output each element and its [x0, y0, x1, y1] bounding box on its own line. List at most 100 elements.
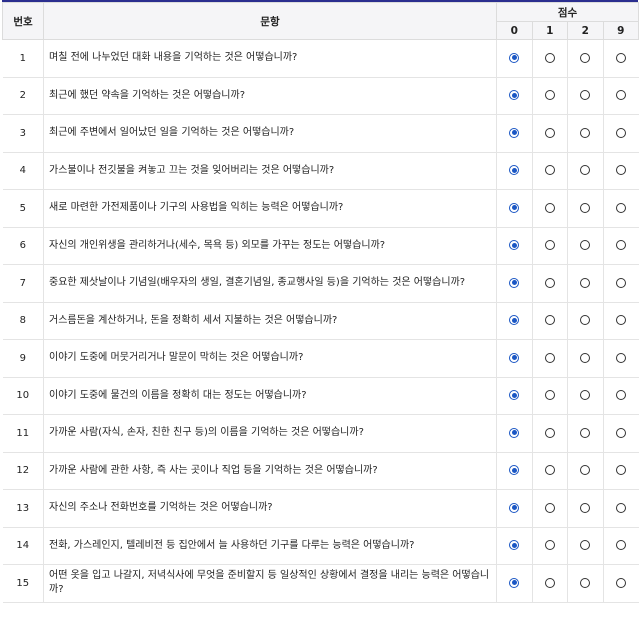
- score-cell: [531, 339, 568, 378]
- score-cell: [531, 114, 568, 153]
- score-radio-2[interactable]: [580, 165, 591, 176]
- score-cell: [531, 77, 568, 115]
- score-radio-0[interactable]: [509, 202, 520, 213]
- score-radio-2[interactable]: [580, 390, 591, 401]
- header-score-option: 1: [531, 21, 568, 40]
- score-radio-9[interactable]: [616, 352, 626, 363]
- score-radio-0[interactable]: [509, 465, 520, 476]
- score-radio-2[interactable]: [580, 502, 591, 513]
- table-row: 12 가까운 사람에 관한 사항, 즉 사는 곳이나 직업 등을 기억하는 것은 …: [2, 452, 639, 490]
- score-radio-2[interactable]: [580, 427, 591, 438]
- score-cell: [496, 452, 532, 490]
- score-radio-9[interactable]: [616, 465, 626, 476]
- score-radio-9[interactable]: [616, 577, 626, 588]
- table-row: 13 자신의 주소나 전화번호를 기억하는 것은 어떻습니까?: [2, 489, 639, 528]
- question-text: 최근에 주변에서 일어났던 일을 기억하는 것은 어떻습니까?: [43, 114, 497, 153]
- score-radio-0[interactable]: [509, 577, 520, 588]
- score-radio-0[interactable]: [509, 502, 520, 513]
- score-radio-9[interactable]: [616, 502, 626, 513]
- question-number: 12: [2, 452, 44, 490]
- score-radio-2[interactable]: [580, 90, 591, 101]
- score-radio-9[interactable]: [616, 52, 626, 63]
- score-radio-9[interactable]: [616, 540, 626, 551]
- score-cell: [567, 152, 603, 190]
- score-cell: [531, 452, 568, 490]
- question-text: 며칠 전에 나누었던 대화 내용을 기억하는 것은 어떻습니까?: [43, 39, 497, 78]
- table-row: 2 최근에 했던 약속을 기억하는 것은 어떻습니까?: [2, 77, 639, 115]
- score-radio-2[interactable]: [580, 315, 591, 326]
- score-cell: [567, 564, 603, 603]
- score-cell: [531, 152, 568, 190]
- score-cell: [602, 302, 639, 340]
- score-radio-0[interactable]: [509, 277, 520, 288]
- score-radio-1[interactable]: [544, 240, 555, 251]
- score-radio-1[interactable]: [544, 390, 555, 401]
- question-number: 6: [2, 227, 44, 265]
- score-radio-1[interactable]: [544, 427, 555, 438]
- score-radio-9[interactable]: [616, 277, 626, 288]
- score-cell: [496, 302, 532, 340]
- score-cell: [496, 377, 532, 415]
- score-cell: [567, 377, 603, 415]
- score-radio-1[interactable]: [544, 502, 555, 513]
- question-text: 이야기 도중에 물건의 이름을 정확히 대는 정도는 어떻습니까?: [43, 377, 497, 415]
- question-text: 중요한 제삿날이나 기념일(배우자의 생일, 결혼기념일, 종교행사일 등)을 …: [43, 264, 497, 303]
- score-radio-2[interactable]: [580, 240, 591, 251]
- score-radio-1[interactable]: [544, 577, 555, 588]
- score-radio-2[interactable]: [580, 202, 591, 213]
- score-radio-2[interactable]: [580, 277, 591, 288]
- score-radio-2[interactable]: [580, 465, 591, 476]
- score-radio-0[interactable]: [509, 90, 520, 101]
- score-radio-9[interactable]: [616, 390, 626, 401]
- table-row: 1 며칠 전에 나누었던 대화 내용을 기억하는 것은 어떻습니까?: [2, 39, 639, 78]
- score-radio-2[interactable]: [580, 127, 591, 138]
- score-radio-9[interactable]: [616, 240, 626, 251]
- score-radio-9[interactable]: [616, 90, 626, 101]
- score-cell: [496, 564, 532, 603]
- score-radio-1[interactable]: [544, 165, 555, 176]
- score-radio-9[interactable]: [616, 202, 626, 213]
- score-radio-9[interactable]: [616, 427, 626, 438]
- score-radio-0[interactable]: [509, 315, 520, 326]
- question-number: 4: [2, 152, 44, 190]
- score-radio-0[interactable]: [509, 352, 520, 363]
- score-radio-9[interactable]: [616, 315, 626, 326]
- score-cell: [602, 114, 639, 153]
- score-radio-0[interactable]: [509, 240, 520, 251]
- score-radio-0[interactable]: [509, 127, 520, 138]
- score-radio-1[interactable]: [544, 202, 555, 213]
- score-radio-0[interactable]: [509, 165, 520, 176]
- score-cell: [531, 377, 568, 415]
- score-cell: [602, 227, 639, 265]
- question-text: 가까운 사람에 관한 사항, 즉 사는 곳이나 직업 등을 기억하는 것은 어떻…: [43, 452, 497, 490]
- score-radio-0[interactable]: [509, 427, 520, 438]
- score-cell: [567, 339, 603, 378]
- score-cell: [602, 489, 639, 528]
- score-radio-1[interactable]: [544, 540, 555, 551]
- table-row: 15 어떤 옷을 입고 나갈지, 저녁식사에 무엇을 준비할지 등 일상적인 상황…: [2, 564, 639, 603]
- score-radio-1[interactable]: [544, 90, 555, 101]
- score-cell: [567, 452, 603, 490]
- score-radio-1[interactable]: [544, 465, 555, 476]
- score-radio-1[interactable]: [544, 127, 555, 138]
- score-radio-1[interactable]: [544, 277, 555, 288]
- score-radio-2[interactable]: [580, 540, 591, 551]
- score-radio-0[interactable]: [509, 540, 520, 551]
- score-radio-0[interactable]: [509, 390, 520, 401]
- score-cell: [602, 77, 639, 115]
- score-radio-1[interactable]: [544, 315, 555, 326]
- score-radio-2[interactable]: [580, 577, 591, 588]
- score-radio-0[interactable]: [509, 52, 520, 63]
- score-cell: [531, 264, 568, 303]
- score-radio-1[interactable]: [544, 352, 555, 363]
- question-number: 5: [2, 189, 44, 228]
- header-score: 점수: [495, 2, 640, 22]
- score-cell: [496, 152, 532, 190]
- score-radio-1[interactable]: [544, 52, 555, 63]
- question-text: 최근에 했던 약속을 기억하는 것은 어떻습니까?: [43, 77, 497, 115]
- score-radio-9[interactable]: [616, 127, 626, 138]
- question-text: 전화, 가스레인지, 텔레비전 등 집안에서 늘 사용하던 기구를 다루는 능력…: [43, 527, 497, 565]
- score-radio-2[interactable]: [580, 352, 591, 363]
- score-radio-9[interactable]: [616, 165, 626, 176]
- score-radio-2[interactable]: [580, 52, 591, 63]
